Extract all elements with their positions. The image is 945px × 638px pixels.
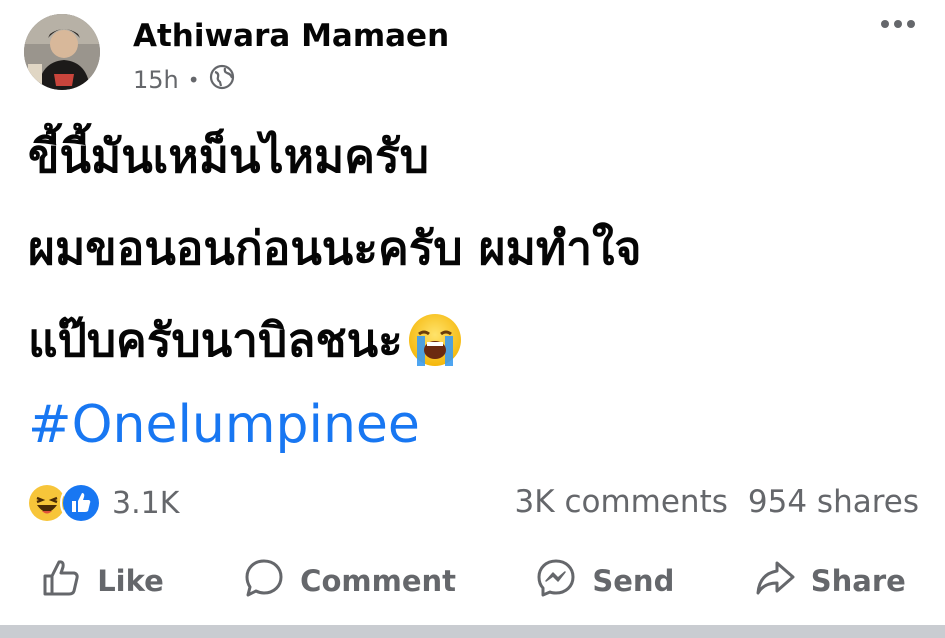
thumbs-up-icon [39,556,83,607]
like-label: Like [97,564,164,598]
post-text-line-last: แป๊บครับนาบิลชนะ [28,294,918,386]
like-reaction-icon [60,482,102,524]
post-action-bar: Like Comment Send Share [0,548,945,614]
comments-count-link[interactable]: 3K comments [515,484,728,520]
globe-icon[interactable] [209,64,235,96]
post-text-line: ขี้นี้มันเหม็นไหมครับ [28,129,429,183]
more-dot-icon [907,20,915,28]
comment-button[interactable]: Comment [242,556,456,607]
post-meta: 15h • [133,64,235,96]
feed-divider [0,625,945,638]
comment-bubble-icon [242,556,286,607]
more-dot-icon [881,20,889,28]
messenger-icon [534,556,578,607]
crying-face-emoji-icon [407,306,463,366]
author-avatar[interactable] [24,14,100,90]
post-text-line: แป๊บครับนาบิลชนะ [28,313,403,367]
share-arrow-icon [753,556,797,607]
post-text: ขี้นี้มันเหม็นไหมครับ ผมขอนอนก่อนนะครับ … [28,110,918,386]
reaction-count: 3.1K [112,485,180,521]
share-button[interactable]: Share [753,556,906,607]
hashtag-link[interactable]: #Onelumpinee [28,395,420,455]
reactions-summary[interactable]: 3.1K [26,482,179,524]
share-label: Share [810,564,906,598]
more-options-button[interactable] [881,20,915,28]
shares-count-link[interactable]: 954 shares [748,484,919,520]
author-name[interactable]: Athiwara Mamaen [133,18,449,54]
post-card: Athiwara Mamaen 15h • ขี้นี้มันเหม็นไหมค… [0,0,945,625]
post-text-line: ผมขอนอนก่อนนะครับ ผมทำใจ [28,221,642,275]
send-label: Send [592,564,675,598]
meta-separator: • [187,68,200,92]
post-timestamp[interactable]: 15h [133,66,179,94]
like-button[interactable]: Like [39,556,164,607]
post-stats: 3K comments 954 shares [515,484,919,520]
send-button[interactable]: Send [534,556,674,607]
comment-label: Comment [300,564,456,598]
more-dot-icon [894,20,902,28]
